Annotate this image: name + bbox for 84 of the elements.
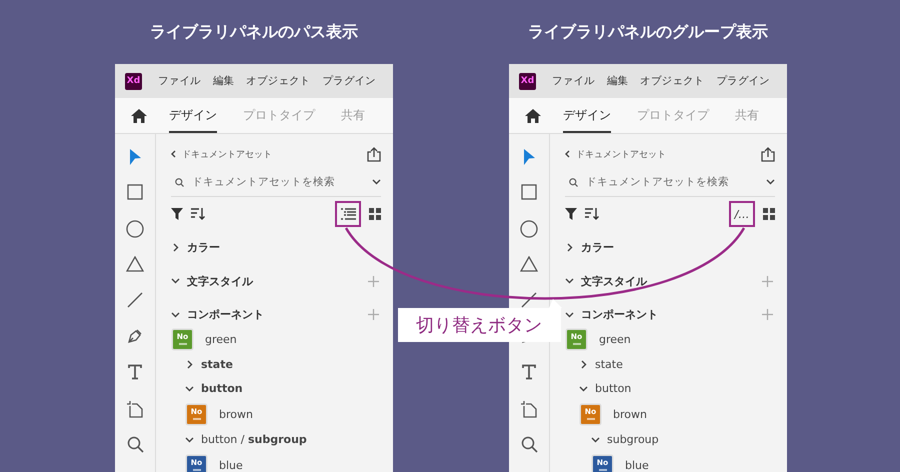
- menu-item[interactable]: オブジェクト: [640, 74, 704, 88]
- menu-item[interactable]: プラグイン: [322, 74, 376, 88]
- search-icon[interactable]: [520, 436, 538, 453]
- search-field[interactable]: ドキュメントアセットを検索: [586, 175, 758, 189]
- pointer-icon[interactable]: [128, 148, 142, 166]
- artboard-icon[interactable]: [520, 400, 538, 418]
- section-title[interactable]: コンポーネント: [581, 307, 658, 322]
- line-icon[interactable]: [521, 292, 537, 308]
- home-icon[interactable]: [525, 108, 541, 122]
- figure-caption: ライブラリパネルのグループ表示: [528, 22, 768, 42]
- triangle-icon[interactable]: [520, 256, 538, 272]
- artboard-icon[interactable]: [126, 400, 144, 418]
- menu-item[interactable]: 編集: [606, 74, 628, 88]
- chevron-down-icon[interactable]: [372, 179, 381, 185]
- app-logo: Xd: [125, 72, 142, 90]
- rectangle-icon[interactable]: [521, 184, 537, 200]
- grid-view-icon[interactable]: [369, 208, 381, 220]
- list-icon: [340, 208, 356, 220]
- section-title[interactable]: カラー: [187, 240, 220, 256]
- search-icon[interactable]: [126, 436, 144, 453]
- search-icon: [175, 178, 184, 186]
- chevron-right-icon[interactable]: [172, 243, 178, 252]
- component-name: blue: [219, 458, 243, 472]
- tab[interactable]: デザイン: [169, 98, 217, 133]
- search-field[interactable]: ドキュメントアセットを検索: [192, 175, 364, 189]
- chevron-down-icon[interactable]: [591, 436, 600, 442]
- app-logo: Xd: [519, 72, 536, 90]
- menu-item[interactable]: プラグイン: [716, 74, 770, 88]
- ellipse-icon[interactable]: [126, 220, 144, 238]
- group-name[interactable]: state: [595, 358, 623, 371]
- component-name: brown: [219, 408, 253, 420]
- filter-icon[interactable]: [171, 208, 183, 220]
- chevron-right-icon[interactable]: [566, 243, 572, 252]
- figure-caption: ライブラリパネルのパス表示: [150, 22, 358, 42]
- path-view-button[interactable]: /…: [729, 201, 755, 227]
- chevron-down-icon[interactable]: [565, 278, 574, 284]
- group-name[interactable]: button: [595, 382, 632, 395]
- group-name[interactable]: subgroup: [607, 433, 659, 446]
- group-name[interactable]: button: [201, 382, 243, 395]
- chevron-right-icon[interactable]: [186, 360, 192, 369]
- group-name[interactable]: state: [201, 358, 233, 371]
- section-title[interactable]: 文字スタイル: [187, 274, 253, 289]
- section-title[interactable]: 文字スタイル: [581, 274, 647, 289]
- component-name: green: [599, 332, 631, 346]
- breadcrumb-link[interactable]: ドキュメントアセット: [576, 148, 666, 160]
- text-tool-icon[interactable]: [127, 364, 143, 380]
- component-name: brown: [613, 408, 647, 420]
- search-icon: [569, 178, 578, 186]
- chevron-down-icon[interactable]: [766, 179, 775, 185]
- menu-item[interactable]: ファイル: [158, 74, 201, 88]
- home-icon[interactable]: [131, 108, 147, 122]
- chevron-down-icon[interactable]: [171, 278, 180, 284]
- pen-icon[interactable]: [127, 328, 143, 344]
- section-title[interactable]: コンポーネント: [187, 307, 264, 322]
- list-view-button[interactable]: [335, 201, 361, 227]
- sort-icon[interactable]: [585, 208, 599, 220]
- sort-icon[interactable]: [191, 208, 205, 220]
- section-title[interactable]: カラー: [581, 240, 614, 256]
- grid-view-icon[interactable]: [763, 208, 775, 220]
- menu-item[interactable]: ファイル: [552, 74, 595, 88]
- text-tool-icon[interactable]: [521, 364, 537, 380]
- line-icon[interactable]: [127, 292, 143, 308]
- chevron-down-icon[interactable]: [579, 386, 588, 392]
- component-name: green: [205, 332, 237, 346]
- share-icon[interactable]: [761, 146, 775, 162]
- chevron-down-icon[interactable]: [185, 386, 194, 392]
- menu-item[interactable]: オブジェクト: [246, 74, 310, 88]
- back-icon[interactable]: [171, 150, 176, 158]
- group-name[interactable]: button / subgroup: [201, 433, 307, 446]
- ellipse-icon[interactable]: [520, 220, 538, 238]
- tab[interactable]: デザイン: [563, 98, 611, 133]
- rectangle-icon[interactable]: [127, 184, 143, 200]
- breadcrumb-link[interactable]: ドキュメントアセット: [182, 148, 272, 160]
- menu-item[interactable]: 編集: [212, 74, 234, 88]
- filter-icon[interactable]: [565, 208, 577, 220]
- chevron-right-icon[interactable]: [580, 360, 586, 369]
- share-icon[interactable]: [367, 146, 381, 162]
- chevron-down-icon[interactable]: [171, 312, 180, 318]
- pointer-icon[interactable]: [522, 148, 536, 166]
- triangle-icon[interactable]: [126, 256, 144, 272]
- chevron-down-icon[interactable]: [185, 436, 194, 442]
- chevron-down-icon[interactable]: [565, 312, 574, 318]
- component-name: blue: [625, 458, 649, 472]
- back-icon[interactable]: [565, 150, 570, 158]
